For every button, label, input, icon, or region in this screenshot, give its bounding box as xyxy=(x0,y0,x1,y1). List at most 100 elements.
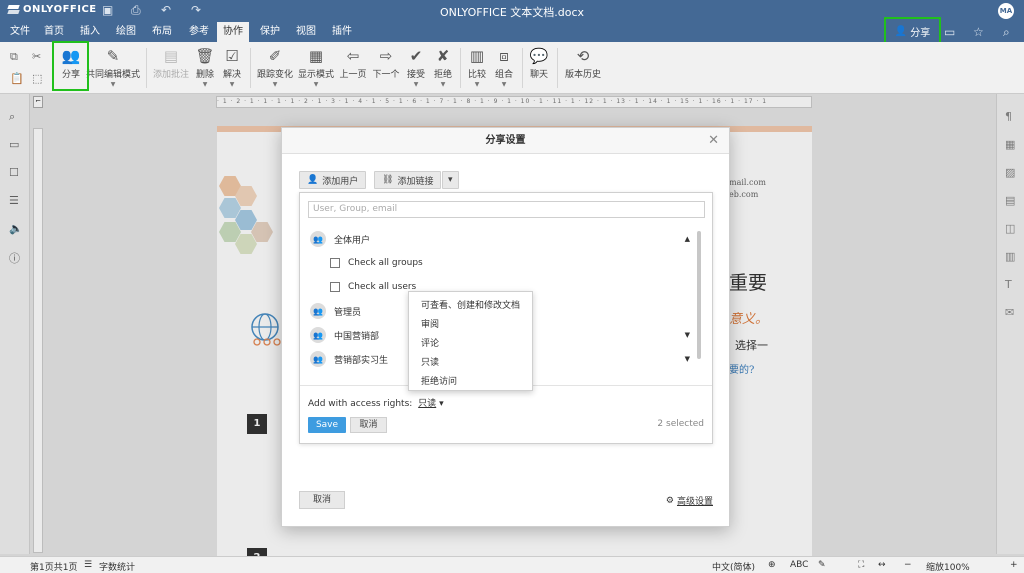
checkbox[interactable] xyxy=(330,282,340,292)
close-icon[interactable]: ✕ xyxy=(708,133,719,148)
display-mode-icon: ▦ xyxy=(308,47,324,65)
scrollbar[interactable] xyxy=(697,231,701,359)
menu-bar: 文件 首页 插入 绘图 布局 参考 协作 保护 视图 插件 xyxy=(0,22,1024,42)
access-rights-select[interactable]: 只读 xyxy=(418,399,436,409)
chat-button[interactable]: 💬 聊天 xyxy=(528,42,550,94)
word-count-icon: ☰ xyxy=(84,560,93,570)
version-history-button[interactable]: ⟲ 版本历史 xyxy=(563,42,603,94)
menu-item[interactable]: 审阅 xyxy=(421,317,439,330)
list-item[interactable]: 👥 管理员 xyxy=(310,301,361,321)
folder-icon[interactable]: ▭ xyxy=(944,25,955,39)
tab-plugins[interactable]: 插件 xyxy=(326,22,358,42)
arrow-right-icon: ⇨ xyxy=(379,47,393,65)
coedit-icon: ✎ xyxy=(106,47,120,65)
language-select[interactable]: 中文(简体) xyxy=(712,560,755,573)
zoom-out-icon[interactable]: − xyxy=(904,560,912,570)
zoom-in-icon[interactable]: + xyxy=(1010,560,1018,570)
comment-icon: ▤ xyxy=(163,47,179,65)
spellcheck-icon[interactable]: ABC xyxy=(790,560,808,570)
chevron-down-icon: ▼ xyxy=(440,81,446,88)
tab-references[interactable]: 参考 xyxy=(183,22,215,42)
tab-insert[interactable]: 插入 xyxy=(74,22,106,42)
toolbar-divider xyxy=(557,48,558,88)
status-bar: 第1页共1页 ☰ 字数统计 中文(简体) ⊕ ABC ✎ ⛶ ↔ − 缩放100… xyxy=(0,556,1024,573)
menu-item[interactable]: 评论 xyxy=(421,336,439,349)
tab-file[interactable]: 文件 xyxy=(4,22,36,42)
tab-protect[interactable]: 保护 xyxy=(254,22,286,42)
resolve-icon: ☑ xyxy=(225,47,239,65)
chat-icon: 💬 xyxy=(529,47,549,65)
tab-draw[interactable]: 绘图 xyxy=(110,22,142,42)
paste-icon[interactable]: 📋 xyxy=(10,72,24,85)
star-icon[interactable]: ☆ xyxy=(973,25,984,39)
reject-button[interactable]: ✘ 拒绝 ▼ xyxy=(432,42,454,94)
gear-icon: ⚙ xyxy=(665,495,674,506)
toolbar-divider xyxy=(460,48,461,88)
share-highlight xyxy=(52,41,89,91)
selected-count: 2 selected xyxy=(657,419,704,429)
toolbar-divider xyxy=(250,48,251,88)
word-count[interactable]: 字数统计 xyxy=(99,560,135,573)
menu-item[interactable]: 可查看、创建和修改文档 xyxy=(421,298,520,311)
track-changes-button[interactable]: ✐ 跟踪变化 ▼ xyxy=(256,42,294,94)
toolbar: ⧉ ✂ 📋 ⬚ 👥 分享 ✎ 共同编辑模式 ▼ ▤ 添加批注 🗑 删除 ▼ ☑ … xyxy=(0,42,1024,94)
chevron-down-icon: ▼ xyxy=(110,81,116,88)
add-link-dropdown[interactable]: ▾ xyxy=(442,171,459,189)
list-item[interactable]: Check all groups xyxy=(330,253,423,273)
chevron-down-icon[interactable]: ▼ xyxy=(685,355,690,363)
tab-layout[interactable]: 布局 xyxy=(146,22,178,42)
save-button[interactable]: Save xyxy=(308,417,346,433)
toolbar-divider xyxy=(146,48,147,88)
search-icon[interactable]: ⌕ xyxy=(1003,25,1010,40)
menu-item[interactable]: 只读 xyxy=(421,355,439,368)
list-item[interactable]: 👥 全体用户 xyxy=(310,229,370,249)
select-all-icon[interactable]: ⬚ xyxy=(32,72,42,85)
cancel-button[interactable]: 取消 xyxy=(350,417,387,433)
zoom-level[interactable]: 缩放100% xyxy=(926,560,970,573)
list-item[interactable]: 👥 营销部实习生 xyxy=(310,349,388,369)
user-share-icon: 👤 xyxy=(894,26,908,37)
user-icon: 👤 xyxy=(307,175,319,185)
advanced-settings-link[interactable]: ⚙ 高级设置 xyxy=(665,494,713,508)
previous-button[interactable]: ⇦ 上一页 xyxy=(339,42,367,94)
compare-button[interactable]: ▥ 比较 ▼ xyxy=(466,42,488,94)
tab-home[interactable]: 首页 xyxy=(38,22,70,42)
tab-collaboration[interactable]: 协作 xyxy=(217,22,249,42)
page-info[interactable]: 第1页共1页 xyxy=(30,560,77,573)
toolbar-divider xyxy=(522,48,523,88)
share-top-label: 分享 xyxy=(910,28,931,39)
list-item[interactable]: Check all users xyxy=(330,277,416,297)
fit-page-icon[interactable]: ⛶ xyxy=(858,560,864,570)
track-icon[interactable]: ✎ xyxy=(818,560,826,570)
chevron-down-icon[interactable]: ▼ xyxy=(685,331,690,339)
accept-button[interactable]: ✔ 接受 ▼ xyxy=(405,42,427,94)
group-icon: 👥 xyxy=(310,327,326,343)
title-bar: ONLYOFFICE ▣ ⎙ ↶ ↷ ONLYOFFICE 文本文档.docx … xyxy=(0,0,1024,22)
list-item[interactable]: 👥 中国营销部 xyxy=(310,325,379,345)
avatar[interactable]: MA xyxy=(998,3,1014,19)
chevron-down-icon: ▼ xyxy=(413,81,419,88)
delete-button[interactable]: 🗑 删除 ▼ xyxy=(194,42,216,94)
checkbox[interactable] xyxy=(330,258,340,268)
chevron-down-icon: ▼ xyxy=(501,81,507,88)
dialog-cancel-button[interactable]: 取消 xyxy=(299,491,345,509)
track-changes-icon: ✐ xyxy=(268,47,282,65)
copy-icon[interactable]: ⧉ xyxy=(10,50,18,64)
fit-width-icon[interactable]: ↔ xyxy=(878,560,886,570)
add-link-button[interactable]: ⛓ 添加链接 xyxy=(374,171,442,189)
add-comment-button[interactable]: ▤ 添加批注 xyxy=(152,42,190,94)
add-user-button[interactable]: 👤 添加用户 xyxy=(299,171,367,189)
chevron-down-icon[interactable]: ▾ xyxy=(439,399,444,409)
combine-button[interactable]: ⧈ 组合 ▼ xyxy=(493,42,515,94)
chevron-up-icon[interactable]: ▲ xyxy=(685,235,690,243)
resolve-button[interactable]: ☑ 解决 ▼ xyxy=(221,42,243,94)
coedit-mode-button[interactable]: ✎ 共同编辑模式 ▼ xyxy=(86,42,140,94)
group-icon: 👥 xyxy=(310,303,326,319)
next-button[interactable]: ⇨ 下一个 xyxy=(372,42,400,94)
search-input[interactable]: User, Group, email xyxy=(308,201,705,218)
globe-icon[interactable]: ⊕ xyxy=(768,560,776,570)
display-mode-button[interactable]: ▦ 显示模式 ▼ xyxy=(297,42,335,94)
cut-icon[interactable]: ✂ xyxy=(32,50,41,63)
menu-item[interactable]: 拒绝访问 xyxy=(421,374,457,387)
tab-view[interactable]: 视图 xyxy=(290,22,322,42)
